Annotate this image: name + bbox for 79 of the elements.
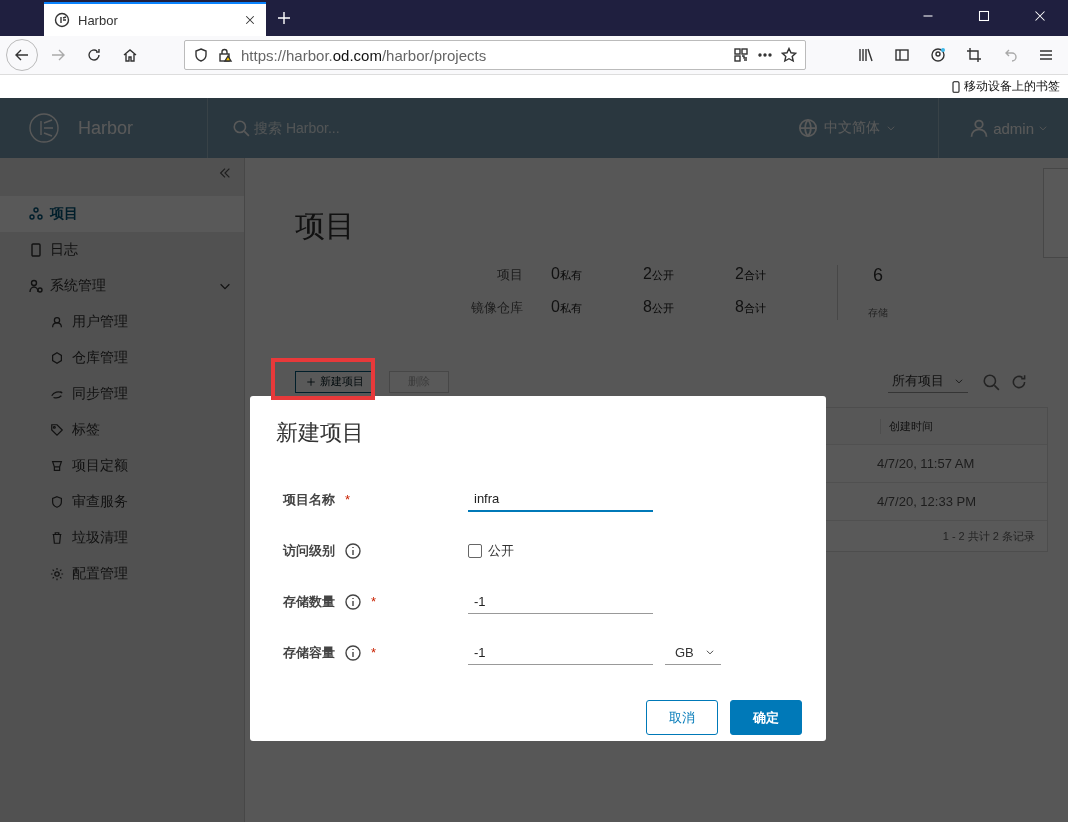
url-text: https://harbor.od.com/harbor/projects — [241, 46, 488, 64]
checkbox-label: 公开 — [488, 541, 514, 560]
required-mark: * — [371, 645, 377, 660]
stat-value: 2公开 — [643, 265, 675, 283]
field-label: 存储容量 — [283, 643, 335, 662]
star-icon — [781, 47, 797, 63]
browser-tab[interactable]: Harbor — [44, 2, 266, 36]
bookmark-folder[interactable]: 移动设备上的书签 — [964, 78, 1060, 95]
sidebar-item[interactable]: 项目 — [0, 196, 244, 232]
chevron-down-icon — [705, 647, 715, 657]
sidebar-item[interactable]: 系统管理 — [0, 268, 244, 304]
close-icon — [244, 14, 256, 26]
dialog-title: 新建项目 — [276, 419, 365, 447]
sidebar-icon — [894, 47, 910, 63]
cancel-button[interactable]: 取消 — [646, 700, 718, 735]
required-mark: * — [345, 492, 351, 507]
page-title: 项目 — [295, 208, 356, 244]
stat-value: 8公开 — [643, 298, 675, 316]
person-icon — [50, 315, 64, 329]
plus-icon — [276, 10, 292, 26]
sidebar-item[interactable]: 垃圾清理 — [0, 520, 244, 556]
lock-warning-icon — [217, 47, 233, 63]
hexagon-icon — [50, 351, 64, 365]
sidebar-item[interactable]: 仓库管理 — [0, 340, 244, 376]
filter-dropdown[interactable]: 所有项目 — [888, 370, 968, 393]
stat-value: 2合计 — [735, 265, 767, 283]
confirm-button[interactable]: 确定 — [730, 700, 802, 735]
qr-code-icon — [733, 47, 749, 63]
chevron-down-icon — [954, 376, 964, 386]
maximize-icon — [978, 10, 990, 22]
table-cell-text: 4/7/20, 12:33 PM — [877, 494, 977, 509]
menu-icon — [1038, 47, 1054, 63]
address-bar[interactable]: https://harbor.od.com/harbor/projects — [184, 40, 806, 70]
account-icon — [930, 47, 946, 63]
arrow-left-icon — [14, 47, 30, 63]
globe-icon — [798, 118, 819, 138]
field-label: 访问级别 — [283, 541, 335, 560]
column-header[interactable]: 创建时间 — [880, 418, 1047, 434]
crop-icon — [966, 47, 982, 63]
people-icon — [28, 206, 44, 222]
phone-icon — [950, 79, 962, 94]
document-icon — [28, 242, 44, 258]
storage-value: 6 — [873, 265, 883, 286]
stat-value: 0私有 — [551, 298, 583, 316]
plus-icon — [306, 376, 316, 387]
books-icon — [858, 47, 874, 63]
required-mark: * — [371, 594, 377, 609]
field-label: 存储数量 — [283, 592, 335, 611]
sidebar-item[interactable]: 日志 — [0, 232, 244, 268]
sidebar-item[interactable]: 用户管理 — [0, 304, 244, 340]
tab-title: Harbor — [78, 12, 119, 28]
field-label: 项目名称 — [283, 490, 335, 509]
refresh-icon — [1010, 372, 1028, 391]
arrow-right-icon — [50, 47, 66, 63]
double-chevron-left-icon — [218, 166, 232, 180]
trash-icon — [50, 531, 64, 545]
close-icon — [1034, 10, 1046, 22]
stat-value: 0私有 — [551, 265, 583, 283]
sidebar-item[interactable]: 项目定额 — [0, 448, 244, 484]
table-cell-text: 4/7/20, 11:57 AM — [877, 456, 976, 471]
gear-icon — [50, 567, 64, 581]
tag-icon — [50, 423, 64, 437]
people-icon — [28, 278, 44, 294]
unit-dropdown[interactable]: GB — [665, 640, 721, 665]
home-icon — [122, 47, 138, 63]
shield-icon — [193, 47, 209, 63]
search-icon — [232, 119, 250, 137]
sidebar-item[interactable]: 标签 — [0, 412, 244, 448]
sidebar-item[interactable]: 审查服务 — [0, 484, 244, 520]
reload-icon — [86, 47, 102, 63]
checkbox[interactable] — [468, 543, 482, 558]
search-icon — [982, 372, 1000, 391]
user-icon — [969, 118, 990, 138]
chevron-down-icon — [1038, 123, 1048, 133]
stat-value: 8合计 — [735, 298, 767, 316]
chevron-down-icon — [886, 123, 897, 133]
sidebar-item[interactable]: 同步管理 — [0, 376, 244, 412]
shield-icon — [50, 495, 64, 509]
sidebar-item[interactable]: 配置管理 — [0, 556, 244, 592]
